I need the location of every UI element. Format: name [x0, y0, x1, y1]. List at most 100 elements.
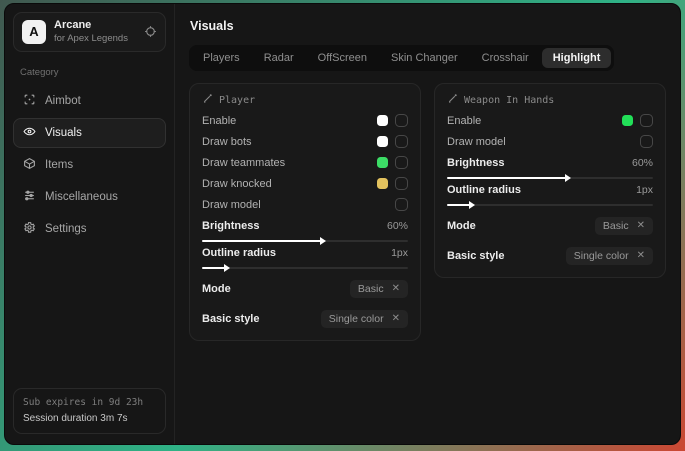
sidebar-item-label: Visuals: [45, 127, 82, 139]
enable-checkbox[interactable]: [395, 114, 408, 127]
enable-checkbox[interactable]: [640, 114, 653, 127]
weapon-glyph-icon: [447, 93, 458, 107]
brightness-slider[interactable]: [447, 177, 653, 179]
sidebar-item-settings[interactable]: Settings: [13, 214, 166, 244]
tab-skin-changer[interactable]: Skin Changer: [380, 48, 469, 68]
category-label: Category: [20, 67, 159, 78]
slider-label: Brightness: [447, 157, 504, 169]
sidebar-item-aimbot[interactable]: Aimbot: [13, 86, 166, 116]
mode-select-row: Mode Basic ✕: [202, 278, 408, 299]
outline-radius-slider[interactable]: [202, 267, 408, 269]
sidebar-item-items[interactable]: Items: [13, 150, 166, 180]
draw-model-checkbox[interactable]: [640, 135, 653, 148]
outline-radius-slider-group: Outline radius 1px: [447, 184, 653, 206]
color-swatch[interactable]: [377, 115, 388, 126]
slider-label: Brightness: [202, 220, 259, 232]
slider-thumb[interactable]: [565, 174, 571, 182]
chip-value: Single color: [574, 250, 629, 262]
page-title: Visuals: [190, 19, 666, 33]
slider-value: 1px: [391, 247, 408, 259]
brightness-slider-group: Brightness 60%: [202, 220, 408, 242]
weapon-panel-header: Weapon In Hands: [447, 93, 653, 107]
slider-thumb[interactable]: [224, 264, 230, 272]
player-panel-header: Player: [202, 93, 408, 107]
panel-title: Weapon In Hands: [464, 95, 554, 106]
sidebar-item-label: Settings: [45, 223, 87, 235]
app-header: A Arcane for Apex Legends: [13, 12, 166, 52]
player-glyph-icon: [202, 93, 213, 107]
draw-teammates-checkbox[interactable]: [395, 156, 408, 169]
app-subtitle: for Apex Legends: [54, 33, 136, 45]
remove-icon[interactable]: ✕: [637, 220, 645, 231]
toggle-row-draw-bots: Draw bots: [202, 131, 408, 152]
sidebar-item-label: Miscellaneous: [45, 191, 118, 203]
slider-thumb[interactable]: [320, 237, 326, 245]
box-icon: [23, 157, 36, 173]
session-duration-text: Session duration 3m 7s: [23, 411, 156, 427]
crosshair-target-icon[interactable]: [144, 25, 157, 38]
app-window: A Arcane for Apex Legends Category Aimbo…: [4, 3, 681, 445]
main-content: Visuals Players Radar OffScreen Skin Cha…: [175, 4, 680, 444]
tab-radar[interactable]: Radar: [253, 48, 305, 68]
panel-title: Player: [219, 95, 255, 106]
sidebar-item-miscellaneous[interactable]: Miscellaneous: [13, 182, 166, 212]
eye-icon: [23, 125, 36, 141]
brightness-slider-group: Brightness 60%: [447, 157, 653, 179]
crosshair-icon: [23, 93, 36, 109]
toggle-label: Draw model: [202, 199, 261, 211]
toggle-row-draw-teammates: Draw teammates: [202, 152, 408, 173]
toggle-label: Draw knocked: [202, 178, 272, 190]
mode-select-row: Mode Basic ✕: [447, 215, 653, 236]
draw-bots-checkbox[interactable]: [395, 135, 408, 148]
toggle-label: Draw bots: [202, 136, 252, 148]
sidebar-item-label: Aimbot: [45, 95, 81, 107]
remove-icon[interactable]: ✕: [637, 250, 645, 261]
mode-chip[interactable]: Basic ✕: [595, 217, 653, 235]
slider-value: 1px: [636, 184, 653, 196]
mode-chip[interactable]: Basic ✕: [350, 280, 408, 298]
draw-knocked-checkbox[interactable]: [395, 177, 408, 190]
sidebar-item-label: Items: [45, 159, 73, 171]
color-swatch[interactable]: [377, 178, 388, 189]
tab-offscreen[interactable]: OffScreen: [307, 48, 378, 68]
sidebar: A Arcane for Apex Legends Category Aimbo…: [5, 4, 175, 444]
app-logo: A: [22, 20, 46, 44]
weapon-in-hands-panel: Weapon In Hands Enable Draw model: [434, 83, 666, 278]
color-swatch[interactable]: [622, 115, 633, 126]
toggle-row-enable: Enable: [202, 110, 408, 131]
brightness-slider[interactable]: [202, 240, 408, 242]
toggle-row-draw-model: Draw model: [202, 194, 408, 215]
sliders-icon: [23, 189, 36, 205]
outline-radius-slider-group: Outline radius 1px: [202, 247, 408, 269]
select-label: Mode: [202, 283, 231, 295]
color-swatch[interactable]: [377, 136, 388, 147]
outline-radius-slider[interactable]: [447, 204, 653, 206]
visuals-tabbar: Players Radar OffScreen Skin Changer Cro…: [189, 45, 614, 71]
tab-crosshair[interactable]: Crosshair: [471, 48, 540, 68]
chip-value: Single color: [329, 313, 384, 325]
slider-label: Outline radius: [447, 184, 521, 196]
basic-style-chip[interactable]: Single color ✕: [321, 310, 408, 328]
toggle-label: Draw model: [447, 136, 506, 148]
slider-value: 60%: [387, 220, 408, 232]
basic-style-select-row: Basic style Single color ✕: [202, 308, 408, 329]
remove-icon[interactable]: ✕: [392, 313, 400, 324]
toggle-row-enable: Enable: [447, 110, 653, 131]
select-label: Basic style: [447, 250, 504, 262]
chip-value: Basic: [358, 283, 384, 295]
tab-players[interactable]: Players: [192, 48, 251, 68]
toggle-row-draw-model: Draw model: [447, 131, 653, 152]
select-label: Mode: [447, 220, 476, 232]
sidebar-item-visuals[interactable]: Visuals: [13, 118, 166, 148]
remove-icon[interactable]: ✕: [392, 283, 400, 294]
color-swatch[interactable]: [377, 157, 388, 168]
slider-value: 60%: [632, 157, 653, 169]
app-name: Arcane: [54, 19, 136, 33]
app-titles: Arcane for Apex Legends: [54, 19, 136, 45]
panels-row: Player Enable Draw bots: [189, 83, 666, 341]
slider-thumb[interactable]: [469, 201, 475, 209]
draw-model-checkbox[interactable]: [395, 198, 408, 211]
player-panel: Player Enable Draw bots: [189, 83, 421, 341]
basic-style-chip[interactable]: Single color ✕: [566, 247, 653, 265]
tab-highlight[interactable]: Highlight: [542, 48, 612, 68]
